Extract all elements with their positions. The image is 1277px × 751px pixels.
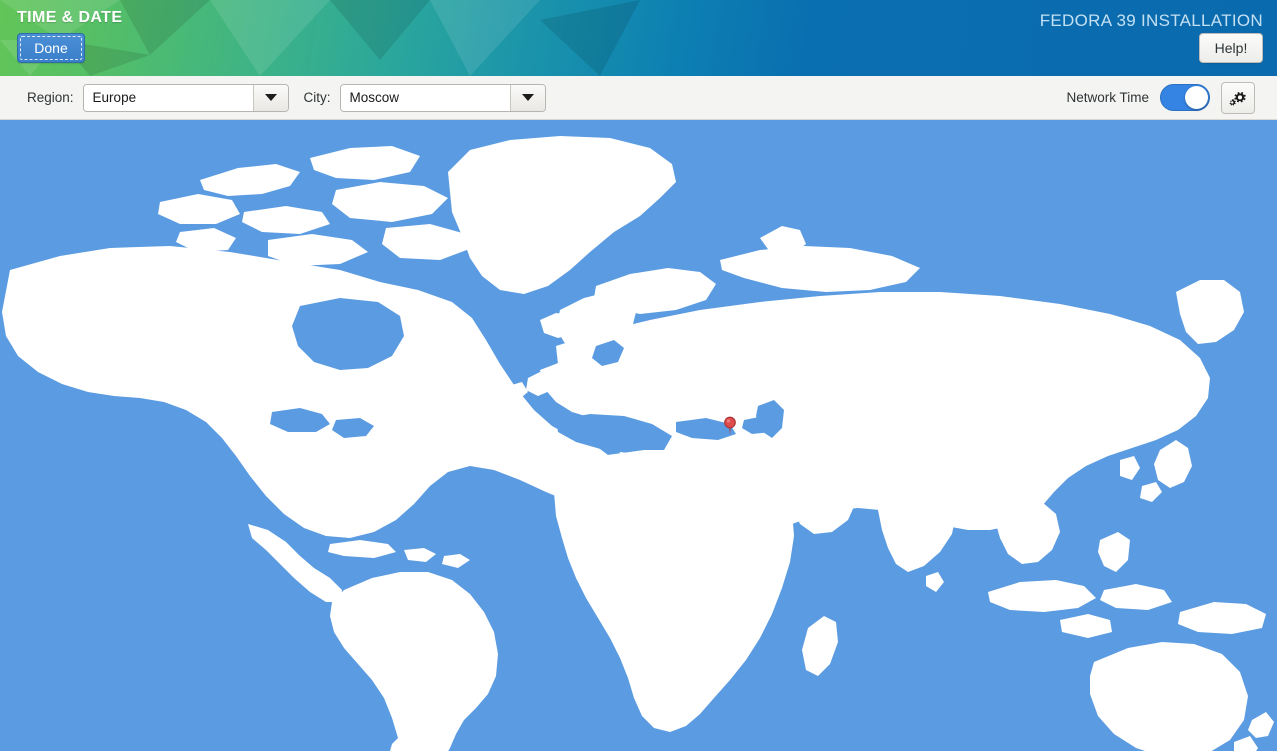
city-group: City: Moscow (303, 83, 546, 112)
region-dropdown-button[interactable] (253, 84, 288, 111)
region-combobox[interactable]: Europe (82, 83, 289, 112)
settings-button[interactable] (1221, 81, 1255, 114)
city-dropdown-button[interactable] (510, 84, 545, 111)
timezone-toolbar: Region: Europe City: Moscow Network Time (0, 76, 1277, 120)
help-button-label: Help! (1214, 40, 1248, 56)
done-button-label: Done (34, 40, 68, 56)
world-map-svg (0, 120, 1277, 751)
network-time-group: Network Time (1066, 81, 1255, 114)
help-button[interactable]: Help! (1199, 33, 1263, 63)
city-label: City: (303, 90, 331, 105)
installer-header: TIME & DATE Done FEDORA 39 INSTALLATION … (0, 0, 1277, 76)
network-time-label: Network Time (1066, 90, 1149, 105)
city-input[interactable]: Moscow (340, 84, 511, 111)
region-label: Region: (27, 90, 74, 105)
region-input[interactable]: Europe (83, 84, 254, 111)
network-time-toggle[interactable] (1160, 84, 1210, 111)
gear-icon (1228, 91, 1246, 106)
done-button[interactable]: Done (17, 33, 85, 63)
installation-title: FEDORA 39 INSTALLATION (1039, 11, 1263, 30)
chevron-down-icon (264, 94, 277, 101)
toggle-knob (1185, 86, 1208, 109)
city-combobox[interactable]: Moscow (339, 83, 546, 112)
world-timezone-map[interactable] (0, 120, 1277, 751)
page-title: TIME & DATE (17, 9, 123, 26)
region-group: Region: Europe (27, 83, 289, 112)
chevron-down-icon (521, 94, 534, 101)
